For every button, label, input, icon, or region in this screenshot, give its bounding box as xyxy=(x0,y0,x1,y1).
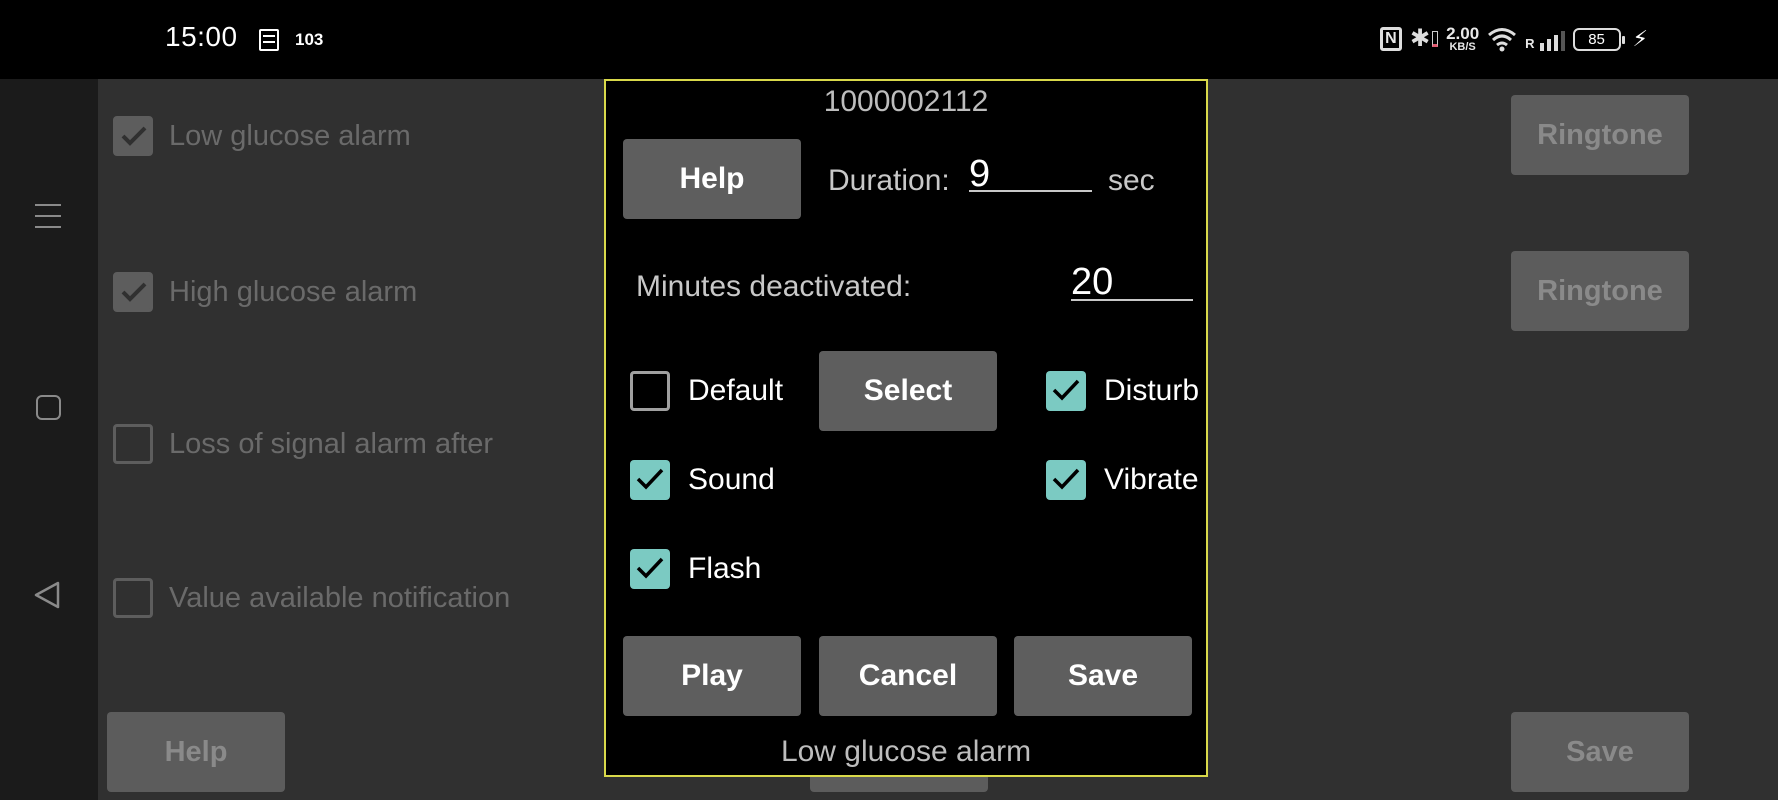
high-glucose-alarm-checkbox[interactable] xyxy=(113,272,153,312)
value-available-notification-checkbox[interactable] xyxy=(113,578,153,618)
flash-checkbox[interactable] xyxy=(630,549,670,589)
status-icons: N ✱ 2.00 KB/S R 85 ⚡︎ xyxy=(1379,22,1648,56)
disturb-label: Disturb xyxy=(1104,374,1200,407)
network-speed-unit: KB/S xyxy=(1449,41,1476,53)
dialog-help-button[interactable]: Help xyxy=(623,139,801,219)
high-glucose-alarm-label: High glucose alarm xyxy=(169,275,418,308)
roaming-indicator: R xyxy=(1525,36,1535,51)
sound-checkbox[interactable] xyxy=(630,460,670,500)
minutes-deactivated-label: Minutes deactivated: xyxy=(636,270,912,303)
duration-input[interactable]: 9 xyxy=(969,155,1092,193)
back-icon[interactable] xyxy=(32,579,64,611)
flash-checkbox-row[interactable]: Flash xyxy=(630,549,761,589)
default-checkbox-row[interactable]: Default xyxy=(630,371,783,411)
ringtone-button-high[interactable]: Ringtone xyxy=(1511,251,1689,331)
vibrate-label: Vibrate xyxy=(1104,463,1199,496)
navigation-bar xyxy=(0,79,98,800)
battery-icon: 85 xyxy=(1572,27,1625,51)
network-speed-value: 2.00 xyxy=(1446,24,1480,43)
network-speed: 2.00 KB/S xyxy=(1446,25,1479,53)
menu-icon[interactable] xyxy=(32,200,64,232)
ringtone-button-low[interactable]: Ringtone xyxy=(1511,95,1689,175)
bluetooth-battery-icon xyxy=(1432,31,1439,47)
value-available-notification-option[interactable]: Value available notification xyxy=(113,578,510,618)
alarm-dialog: 1000002112 Help Duration: 9 sec Minutes … xyxy=(604,79,1208,777)
bluetooth-icon: ✱ xyxy=(1409,25,1431,52)
status-bar: 15:00 103 N ✱ 2.00 KB/S R 85 ⚡︎ xyxy=(0,0,1778,79)
nfc-icon: N xyxy=(1379,27,1402,51)
dialog-title: 1000002112 xyxy=(823,85,989,118)
minutes-deactivated-input[interactable]: 20 xyxy=(1071,263,1193,301)
wifi-icon xyxy=(1487,26,1517,52)
disturb-checkbox-row[interactable]: Disturb xyxy=(1046,371,1199,411)
sound-checkbox-row[interactable]: Sound xyxy=(630,460,775,500)
save-button[interactable]: Save xyxy=(1511,712,1689,792)
disturb-checkbox[interactable] xyxy=(1046,371,1086,411)
low-glucose-alarm-option[interactable]: Low glucose alarm xyxy=(113,116,411,156)
default-label: Default xyxy=(688,374,784,407)
vibrate-checkbox-row[interactable]: Vibrate xyxy=(1046,460,1199,500)
loss-of-signal-alarm-option[interactable]: Loss of signal alarm after xyxy=(113,424,493,464)
home-icon[interactable] xyxy=(32,391,64,423)
dialog-save-button[interactable]: Save xyxy=(1014,636,1192,716)
duration-unit: sec xyxy=(1108,164,1155,197)
loss-of-signal-alarm-checkbox[interactable] xyxy=(113,424,153,464)
value-available-notification-label: Value available notification xyxy=(169,581,511,614)
high-glucose-alarm-option[interactable]: High glucose alarm xyxy=(113,272,417,312)
flash-label: Flash xyxy=(688,552,762,585)
notification-count: 103 xyxy=(295,30,324,49)
dialog-footer-label: Low glucose alarm xyxy=(780,735,1032,768)
duration-label: Duration: xyxy=(828,164,950,197)
signal-icon: R xyxy=(1525,27,1565,51)
cancel-button[interactable]: Cancel xyxy=(819,636,997,716)
hidden-button-peek xyxy=(810,777,988,792)
vibrate-checkbox[interactable] xyxy=(1046,460,1086,500)
charging-icon: ⚡︎ xyxy=(1632,26,1648,51)
loss-of-signal-alarm-label: Loss of signal alarm after xyxy=(169,427,493,460)
low-glucose-alarm-checkbox[interactable] xyxy=(113,116,153,156)
help-button[interactable]: Help xyxy=(107,712,285,792)
notification-list-icon xyxy=(259,29,279,51)
low-glucose-alarm-label: Low glucose alarm xyxy=(169,119,411,152)
select-button[interactable]: Select xyxy=(819,351,997,431)
sound-label: Sound xyxy=(688,463,775,496)
clock: 15:00 xyxy=(165,21,238,52)
default-checkbox[interactable] xyxy=(630,371,670,411)
play-button[interactable]: Play xyxy=(623,636,801,716)
